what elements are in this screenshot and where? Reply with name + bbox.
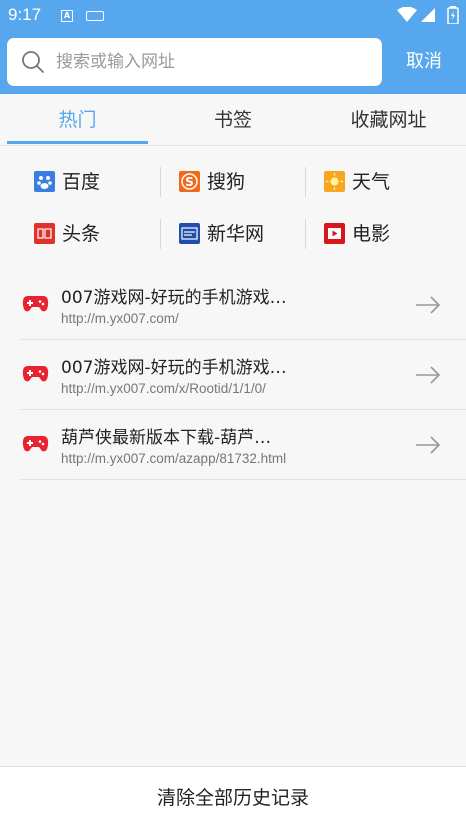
- arrow-right-icon[interactable]: [415, 435, 441, 455]
- quick-link-label: 新华网: [207, 223, 265, 245]
- tab-bookmarks[interactable]: 书签: [160, 94, 306, 146]
- search-input[interactable]: [56, 48, 366, 76]
- signal-icon: [421, 8, 435, 22]
- quick-link-xinhua[interactable]: 新华网: [179, 212, 324, 256]
- clear-history-button[interactable]: 清除全部历史记录: [0, 766, 466, 828]
- history-item[interactable]: 007游戏网-好玩的手机游戏… http://m.yx007.com/: [21, 270, 466, 340]
- tab-bar: 热门 书签 收藏网址: [0, 94, 466, 146]
- quick-link-weather[interactable]: 天气: [324, 160, 466, 204]
- history-url: http://m.yx007.com/azapp/81732.html: [61, 451, 287, 466]
- history-url: http://m.yx007.com/: [61, 311, 179, 326]
- search-icon: [22, 51, 44, 73]
- divider: [160, 167, 161, 197]
- history-item[interactable]: 007游戏网-好玩的手机游戏… http://m.yx007.com/x/Roo…: [21, 340, 466, 410]
- keyboard-icon: [86, 11, 104, 21]
- sim-icon: A: [61, 10, 73, 22]
- xinhua-icon: [179, 223, 200, 244]
- history-title: 007游戏网-好玩的手机游戏…: [61, 288, 287, 308]
- cancel-button[interactable]: 取消: [386, 38, 462, 86]
- tab-hot[interactable]: 热门: [7, 94, 148, 146]
- quick-link-label: 天气: [352, 171, 391, 193]
- baidu-icon: [34, 171, 55, 192]
- divider: [160, 219, 161, 249]
- quick-link-movie[interactable]: 电影: [324, 212, 466, 256]
- svg-text:S: S: [185, 175, 194, 189]
- quick-link-toutiao[interactable]: 头条: [34, 212, 179, 256]
- toutiao-icon: [34, 223, 55, 244]
- gamepad-icon: [22, 436, 49, 452]
- quick-link-label: 搜狗: [207, 171, 246, 193]
- quick-link-label: 电影: [352, 223, 391, 245]
- quick-links-grid: 百度 S 搜狗 天气 头条 新华网 电影: [0, 152, 466, 264]
- quick-link-label: 头条: [62, 223, 101, 245]
- arrow-right-icon[interactable]: [415, 365, 441, 385]
- wifi-icon: [397, 7, 417, 22]
- status-bar: 9:17 A: [0, 0, 466, 32]
- app-header: 9:17 A 取消: [0, 0, 466, 94]
- quick-link-label: 百度: [62, 171, 101, 193]
- quick-link-sogou[interactable]: S 搜狗: [179, 160, 324, 204]
- divider: [305, 219, 306, 249]
- history-title: 007游戏网-好玩的手机游戏…: [61, 358, 287, 378]
- history-url: http://m.yx007.com/x/Rootid/1/1/0/: [61, 381, 266, 396]
- gamepad-icon: [22, 296, 49, 312]
- battery-icon: [447, 6, 459, 24]
- sogou-icon: S: [179, 171, 200, 192]
- weather-icon: [324, 171, 345, 192]
- history-item[interactable]: 葫芦侠最新版本下载-葫芦… http://m.yx007.com/azapp/8…: [21, 410, 466, 480]
- tab-favorites[interactable]: 收藏网址: [318, 94, 459, 146]
- quick-link-baidu[interactable]: 百度: [34, 160, 179, 204]
- history-list: 007游戏网-好玩的手机游戏… http://m.yx007.com/ 007游…: [21, 270, 466, 480]
- status-time: 9:17: [8, 5, 42, 24]
- search-box[interactable]: [7, 38, 382, 86]
- history-title: 葫芦侠最新版本下载-葫芦…: [61, 428, 272, 448]
- arrow-right-icon[interactable]: [415, 295, 441, 315]
- movie-icon: [324, 223, 345, 244]
- gamepad-icon: [22, 366, 49, 382]
- active-tab-indicator: [7, 141, 148, 144]
- divider: [305, 167, 306, 197]
